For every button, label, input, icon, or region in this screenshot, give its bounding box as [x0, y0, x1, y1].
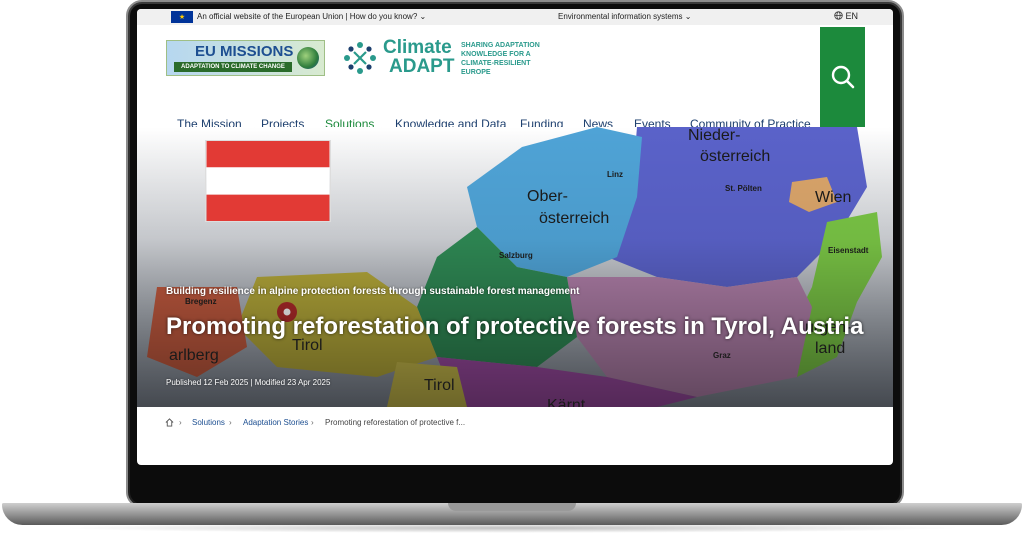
map-label: Salzburg	[499, 251, 533, 260]
map-label: St. Pölten	[725, 184, 762, 193]
chevron-right-icon: ›	[229, 418, 232, 427]
map-label: Eisenstadt	[828, 246, 869, 255]
map-label: Linz	[607, 170, 623, 179]
breadcrumb-current: Promoting reforestation of protective f.…	[325, 418, 466, 427]
map-label: Kärnt	[547, 397, 586, 407]
site-header: EU MISSIONS ADAPTATION TO CLIMATE CHANGE…	[137, 25, 893, 135]
browser-screen: ★ An official website of the European Un…	[137, 9, 893, 465]
chevron-right-icon: ›	[311, 418, 314, 427]
hero-banner: Nieder- österreich Ober- österreich Linz…	[137, 127, 893, 407]
publish-date: Published 12 Feb 2025 | Modified 23 Apr …	[166, 378, 331, 387]
search-icon	[831, 65, 854, 89]
chevron-down-icon: ⌄	[419, 12, 427, 21]
globe-icon	[834, 11, 843, 20]
climate-adapt-logo-icon[interactable]	[343, 41, 377, 75]
map-label: Bregenz	[185, 297, 217, 306]
page-title: Promoting reforestation of protective fo…	[166, 313, 864, 340]
map-label: Nieder-	[688, 127, 741, 144]
eu-flag-icon: ★	[171, 11, 193, 23]
env-systems-menu[interactable]: Environmental information systems ⌄	[558, 12, 691, 21]
tagline: SHARING ADAPTATION KNOWLEDGE FOR A CLIMA…	[461, 42, 540, 76]
breadcrumb-link-adaptation-stories[interactable]: Adaptation Stories	[243, 418, 308, 427]
map-label: Wien	[815, 189, 852, 206]
map-label: Graz	[713, 351, 731, 360]
eu-missions-logo[interactable]: EU MISSIONS ADAPTATION TO CLIMATE CHANGE	[166, 40, 325, 76]
breadcrumb-link-solutions[interactable]: Solutions	[192, 418, 225, 427]
map-label: Tirol	[424, 377, 455, 394]
map-label: arlberg	[169, 347, 219, 364]
austria-flag-image	[205, 140, 331, 222]
map-label: österreich	[700, 148, 771, 165]
map-label: land	[815, 340, 846, 357]
laptop-mockup: ★ An official website of the European Un…	[0, 0, 1024, 535]
chevron-down-icon: ⌄	[684, 12, 692, 21]
eu-official-link[interactable]: An official website of the European Unio…	[197, 12, 426, 21]
climate-adapt-logo-text[interactable]: Climate ADAPT	[383, 38, 454, 76]
chevron-right-icon: ›	[179, 418, 182, 427]
globe-icon	[297, 47, 319, 69]
eu-official-bar: ★ An official website of the European Un…	[137, 9, 893, 25]
map-label: österreich	[539, 210, 610, 227]
language-selector[interactable]: EN	[834, 11, 858, 21]
home-icon[interactable]	[165, 418, 174, 427]
hero-kicker: Building resilience in alpine protection…	[166, 286, 580, 297]
laptop-base-notch	[448, 503, 576, 511]
map-label: Ober-	[527, 188, 568, 205]
search-button[interactable]	[820, 27, 865, 127]
